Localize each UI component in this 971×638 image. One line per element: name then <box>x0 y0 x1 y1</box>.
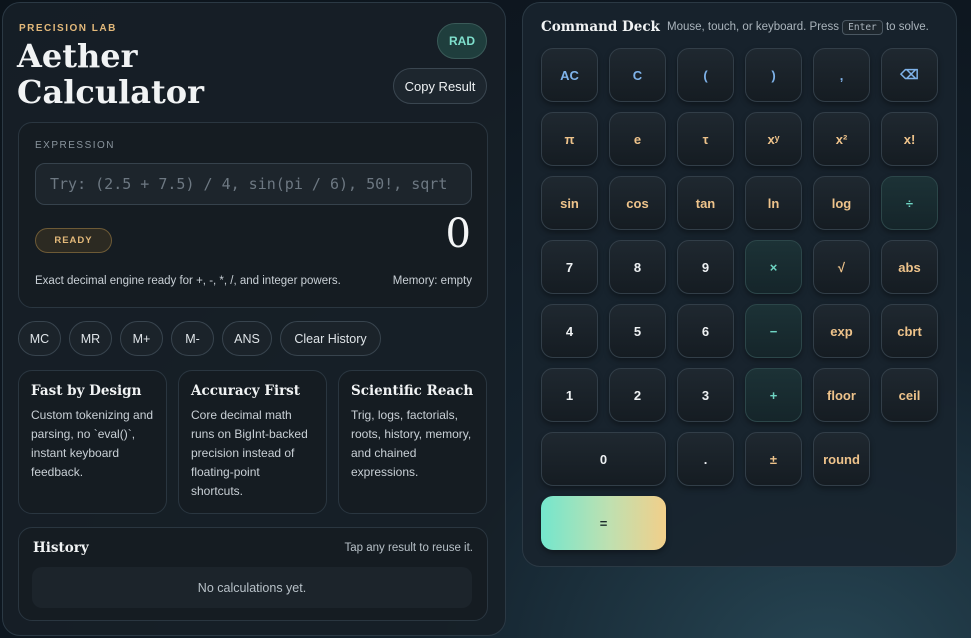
feature-text: Core decimal math runs on BigInt-backed … <box>191 408 308 498</box>
history-hint: Tap any result to reuse it. <box>344 542 473 554</box>
key-c[interactable]: C <box>609 48 666 102</box>
key-comma[interactable]: , <box>813 48 870 102</box>
key-open-paren[interactable]: ( <box>677 48 734 102</box>
key-floor[interactable]: floor <box>813 368 870 422</box>
key-equals[interactable]: = <box>541 496 666 550</box>
memory-status: Memory: empty <box>392 275 472 287</box>
key-1[interactable]: 1 <box>541 368 598 422</box>
key-4[interactable]: 4 <box>541 304 598 358</box>
feature-title: Fast by Design <box>31 383 142 399</box>
key-0[interactable]: 0 <box>541 432 666 486</box>
key-ceil[interactable]: ceil <box>881 368 938 422</box>
app-title: Aether Calculator <box>17 38 204 110</box>
key-7[interactable]: 7 <box>541 240 598 294</box>
memory-add-button[interactable]: M+ <box>120 321 163 356</box>
calculator-panel: PRECISION LAB Aether Calculator RAD Copy… <box>2 2 506 636</box>
key-log[interactable]: log <box>813 176 870 230</box>
feature-title: Scientific Reach <box>351 383 474 399</box>
key-divide[interactable]: ÷ <box>881 176 938 230</box>
key-subtract[interactable]: − <box>745 304 802 358</box>
key-multiply[interactable]: × <box>745 240 802 294</box>
key-9[interactable]: 9 <box>677 240 734 294</box>
key-negate[interactable]: ± <box>745 432 802 486</box>
clear-history-button[interactable]: Clear History <box>280 321 381 356</box>
answer-button[interactable]: ANS <box>222 321 272 356</box>
key-close-paren[interactable]: ) <box>745 48 802 102</box>
key-sqrt[interactable]: √ <box>813 240 870 294</box>
key-square[interactable]: x² <box>813 112 870 166</box>
feature-text: Trig, logs, factorials, roots, history, … <box>351 408 472 479</box>
expression-input[interactable] <box>35 163 472 205</box>
brand-kicker: PRECISION LAB <box>19 23 117 34</box>
key-6[interactable]: 6 <box>677 304 734 358</box>
key-factorial[interactable]: x! <box>881 112 938 166</box>
key-add[interactable]: + <box>745 368 802 422</box>
key-pi[interactable]: π <box>541 112 598 166</box>
copy-result-button[interactable]: Copy Result <box>393 68 487 104</box>
feature-card-accuracy: Accuracy First Core decimal math runs on… <box>178 370 327 514</box>
command-deck-panel: Command Deck Mouse, touch, or keyboard. … <box>522 2 957 567</box>
key-ln[interactable]: ln <box>745 176 802 230</box>
memory-recall-button[interactable]: MR <box>69 321 112 356</box>
feature-title: Accuracy First <box>191 383 301 399</box>
memory-clear-button[interactable]: MC <box>18 321 61 356</box>
key-8[interactable]: 8 <box>609 240 666 294</box>
key-tan[interactable]: tan <box>677 176 734 230</box>
memory-toolbar: MC MR M+ M- ANS Clear History <box>18 321 381 356</box>
key-backspace[interactable]: ⌫ <box>881 48 938 102</box>
key-ac[interactable]: AC <box>541 48 598 102</box>
enter-key-hint: Enter <box>842 20 883 35</box>
deck-hint-suffix: to solve. <box>885 21 929 33</box>
key-tau[interactable]: τ <box>677 112 734 166</box>
deck-title: Command Deck <box>541 19 660 35</box>
expression-label: EXPRESSION <box>35 140 116 151</box>
key-3[interactable]: 3 <box>677 368 734 422</box>
status-badge: READY <box>35 228 112 253</box>
memory-subtract-button[interactable]: M- <box>171 321 214 356</box>
key-sin[interactable]: sin <box>541 176 598 230</box>
key-e[interactable]: e <box>609 112 666 166</box>
deck-hint: Mouse, touch, or keyboard. Press Enter t… <box>667 20 929 35</box>
app-title-line1: Aether <box>17 37 138 75</box>
angle-mode-toggle[interactable]: RAD <box>437 23 487 59</box>
app-title-line2: Calculator <box>17 73 204 111</box>
key-exp[interactable]: exp <box>813 304 870 358</box>
history-title: History <box>33 540 89 556</box>
feature-card-speed: Fast by Design Custom tokenizing and par… <box>18 370 167 514</box>
key-round[interactable]: round <box>813 432 870 486</box>
history-empty-state: No calculations yet. <box>32 567 472 608</box>
history-card: History Tap any result to reuse it. No c… <box>18 527 488 621</box>
deck-hint-text: Mouse, touch, or keyboard. Press <box>667 21 839 33</box>
key-2[interactable]: 2 <box>609 368 666 422</box>
key-5[interactable]: 5 <box>609 304 666 358</box>
expression-card: EXPRESSION READY 0 Exact decimal engine … <box>18 122 488 308</box>
engine-status-text: Exact decimal engine ready for +, -, *, … <box>35 275 341 287</box>
key-cos[interactable]: cos <box>609 176 666 230</box>
key-decimal[interactable]: . <box>677 432 734 486</box>
key-power[interactable]: xʸ <box>745 112 802 166</box>
key-cbrt[interactable]: cbrt <box>881 304 938 358</box>
key-abs[interactable]: abs <box>881 240 938 294</box>
result-display: 0 <box>445 211 471 257</box>
feature-text: Custom tokenizing and parsing, no `eval(… <box>31 408 154 479</box>
feature-card-scientific: Scientific Reach Trig, logs, factorials,… <box>338 370 487 514</box>
